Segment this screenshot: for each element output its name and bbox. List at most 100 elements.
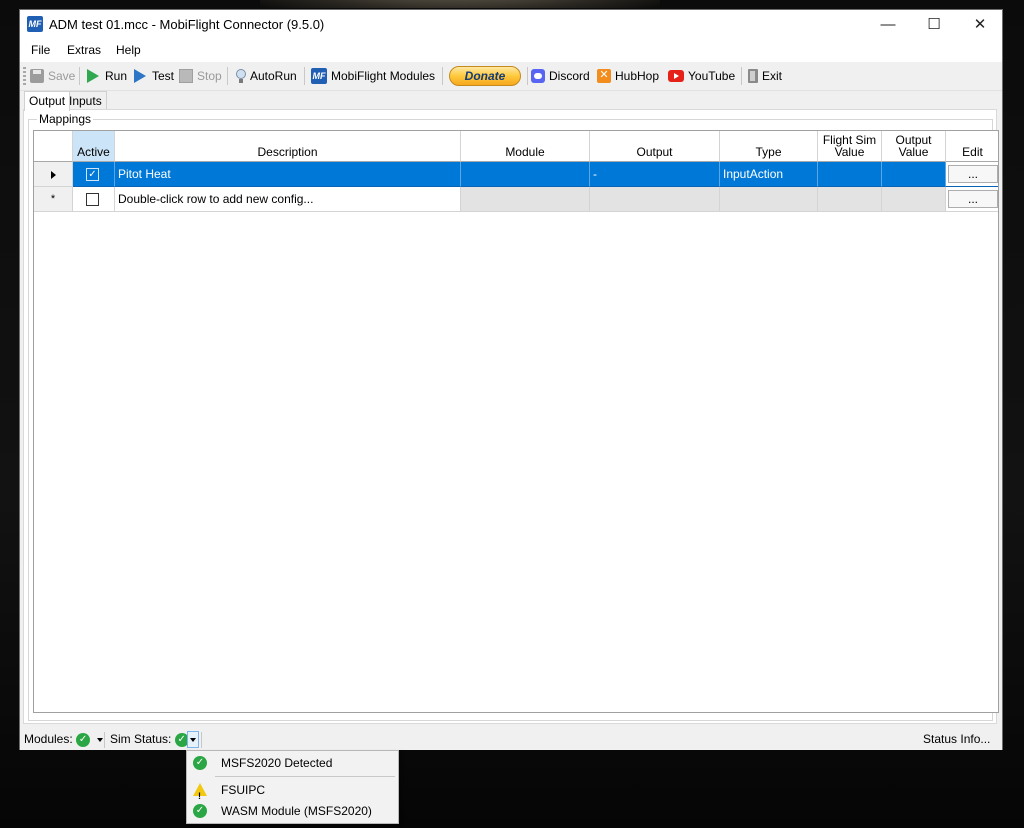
test-label: Test xyxy=(152,69,175,83)
column-header-active-label: Active xyxy=(77,145,110,159)
output-value-cell[interactable] xyxy=(882,187,946,212)
modules-chevron-down-icon[interactable] xyxy=(97,737,104,742)
donate-button[interactable]: Donate xyxy=(449,66,521,86)
exit-label: Exit xyxy=(762,69,783,83)
save-label: Save xyxy=(48,69,76,83)
menu-separator xyxy=(215,776,395,777)
test-play-icon xyxy=(134,69,146,83)
title-bar[interactable]: MF ADM test 01.mcc - MobiFlight Connecto… xyxy=(20,10,1002,40)
active-checkbox-checked[interactable]: ✓ xyxy=(86,168,99,181)
close-button[interactable]: ✕ xyxy=(957,10,1003,40)
column-header-flight-sim-value-line2: Value xyxy=(834,145,865,159)
mappings-grid[interactable]: Active Description Module Output Type Fl… xyxy=(33,130,999,713)
column-header-output[interactable]: Output xyxy=(590,131,720,162)
menu-file[interactable]: File xyxy=(31,43,50,57)
column-header-edit[interactable]: Edit xyxy=(946,131,998,162)
discord-button[interactable]: Discord xyxy=(531,68,590,84)
menu-item-label: MSFS2020 Detected xyxy=(221,756,333,770)
edit-button[interactable]: ... xyxy=(948,190,998,208)
column-header-output-value[interactable]: Output Value xyxy=(882,131,946,162)
row-header-new[interactable]: * xyxy=(34,187,73,212)
hubhop-icon xyxy=(597,68,611,83)
output-cell[interactable]: - xyxy=(590,162,720,187)
active-cell[interactable]: ✓ xyxy=(73,162,115,187)
sim-status[interactable]: Sim Status: ✓ xyxy=(110,732,189,747)
column-header-output-value-line2: Value xyxy=(898,145,929,159)
run-label: Run xyxy=(105,69,128,83)
active-cell[interactable] xyxy=(73,187,115,212)
discord-icon xyxy=(531,69,545,83)
stop-button[interactable]: Stop xyxy=(179,68,222,84)
description-cell[interactable]: Double-click row to add new config... xyxy=(115,187,461,212)
mobiflight-app-icon: MF xyxy=(27,16,43,32)
sim-status-dropdown-toggle[interactable] xyxy=(187,731,199,748)
save-button[interactable]: Save xyxy=(30,68,75,84)
type-cell[interactable] xyxy=(720,187,818,212)
modules-ok-check-icon: ✓ xyxy=(76,732,91,747)
menu-help[interactable]: Help xyxy=(116,43,141,57)
status-info-button[interactable]: Status Info... xyxy=(923,732,990,746)
status-bar: Modules: ✓ Sim Status: ✓ Status Info... xyxy=(20,729,1002,750)
stop-icon xyxy=(179,69,193,83)
column-header-module[interactable]: Module xyxy=(461,131,590,162)
hubhop-button[interactable]: HubHop xyxy=(597,68,659,84)
toolbar-separator xyxy=(79,67,80,85)
ok-check-icon: ✓ xyxy=(193,804,207,818)
mobiflight-modules-button[interactable]: MF MobiFlight Modules xyxy=(311,68,435,84)
window-title: ADM test 01.mcc - MobiFlight Connector (… xyxy=(49,17,325,32)
tab-inputs[interactable]: Inputs xyxy=(64,91,107,110)
maximize-button[interactable]: ☐ xyxy=(911,10,957,40)
type-cell[interactable]: InputAction xyxy=(720,162,818,187)
mappings-groupbox: Mappings Active Description Module Outpu… xyxy=(28,112,999,721)
description-cell[interactable]: Pitot Heat xyxy=(115,162,461,187)
column-header-active[interactable]: Active xyxy=(73,131,115,162)
menu-extras[interactable]: Extras xyxy=(67,43,101,57)
column-header-description[interactable]: Description xyxy=(115,131,461,162)
output-value-cell[interactable] xyxy=(882,162,946,187)
test-button[interactable]: Test xyxy=(134,68,174,84)
column-header-module-label: Module xyxy=(505,145,545,159)
discord-label: Discord xyxy=(549,69,590,83)
exit-door-icon xyxy=(748,69,758,83)
table-row[interactable]: ✓ Pitot Heat - InputAction ... xyxy=(34,162,998,187)
menu-bar: File Extras Help xyxy=(20,40,1002,62)
ok-check-icon: ✓ xyxy=(193,756,207,770)
stop-label: Stop xyxy=(197,69,222,83)
exit-button[interactable]: Exit xyxy=(748,68,782,84)
toolbar-separator xyxy=(741,67,742,85)
column-header-type[interactable]: Type xyxy=(720,131,818,162)
autorun-button[interactable]: AutoRun xyxy=(236,68,297,84)
column-header-flight-sim-value[interactable]: Flight Sim Value xyxy=(818,131,882,162)
menu-item-fsuipc[interactable]: FSUIPC xyxy=(187,779,398,807)
main-window: MF ADM test 01.mcc - MobiFlight Connecto… xyxy=(19,9,1003,750)
toolbar-separator xyxy=(227,67,228,85)
module-cell[interactable] xyxy=(461,187,590,212)
menu-item-msfs2020-detected[interactable]: ✓ MSFS2020 Detected xyxy=(187,752,398,774)
status-separator xyxy=(104,732,105,748)
minimize-button[interactable]: — xyxy=(865,10,911,40)
menu-item-label: FSUIPC xyxy=(221,783,266,797)
toolbar-grip[interactable] xyxy=(23,67,26,85)
run-button[interactable]: Run xyxy=(87,68,127,84)
youtube-button[interactable]: YouTube xyxy=(668,68,735,84)
sim-status-label: Sim Status: xyxy=(110,732,172,746)
output-tab-panel: Mappings Active Description Module Outpu… xyxy=(23,109,999,724)
row-header-column xyxy=(34,131,73,162)
row-header-current[interactable] xyxy=(34,162,73,187)
module-cell[interactable] xyxy=(461,162,590,187)
tab-output[interactable]: Output xyxy=(24,91,71,111)
flight-sim-value-cell[interactable] xyxy=(818,187,882,212)
flight-sim-value-cell[interactable] xyxy=(818,162,882,187)
warning-icon xyxy=(193,783,207,807)
output-cell[interactable] xyxy=(590,187,720,212)
toolbar: Save Run Test Stop AutoRun MF MobiFlight… xyxy=(20,62,1002,91)
lightbulb-icon xyxy=(236,69,246,83)
sim-status-dropdown-menu: ✓ MSFS2020 Detected FSUIPC ✓ WASM Module… xyxy=(186,750,399,824)
edit-button[interactable]: ... xyxy=(948,165,998,183)
menu-item-wasm-module[interactable]: ✓ WASM Module (MSFS2020) xyxy=(187,800,398,822)
table-row[interactable]: * Double-click row to add new config... … xyxy=(34,187,998,212)
save-icon xyxy=(30,69,44,83)
active-checkbox-unchecked[interactable] xyxy=(86,193,99,206)
current-row-arrow-icon xyxy=(50,171,56,179)
modules-status[interactable]: Modules: ✓ xyxy=(24,732,104,747)
